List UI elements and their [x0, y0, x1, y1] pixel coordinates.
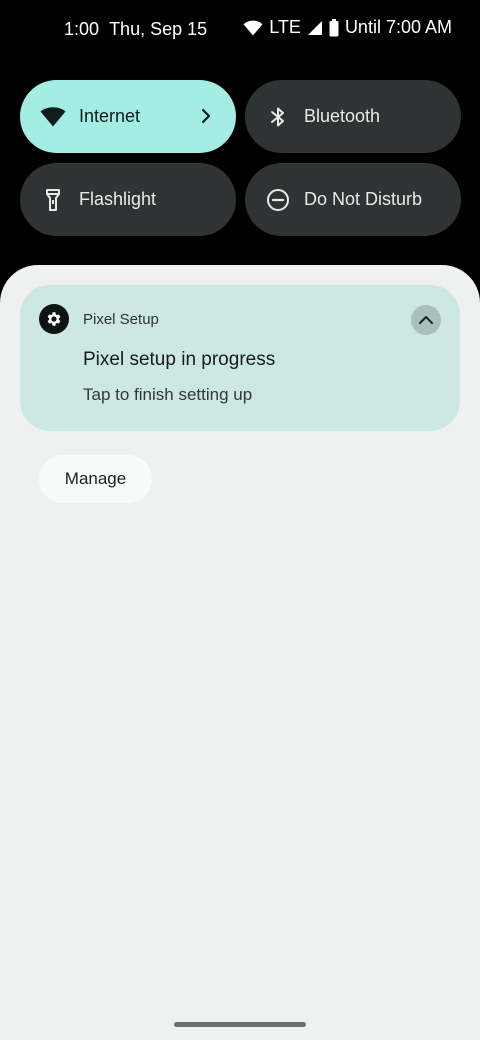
status-date: Thu, Sep 15: [109, 19, 208, 39]
tile-label: Internet: [79, 106, 141, 126]
tile-bluetooth[interactable]: Bluetooth: [245, 80, 461, 153]
tile-flashlight[interactable]: Flashlight: [20, 163, 236, 236]
tile-label: Do Not Disturb: [304, 189, 423, 209]
tile-label: Bluetooth: [304, 106, 381, 126]
flashlight-icon: [40, 187, 66, 213]
chevron-right-icon[interactable]: [196, 106, 216, 126]
do-not-disturb-icon: [265, 187, 291, 213]
signal-icon: [307, 20, 323, 36]
notification-card[interactable]: Pixel Setup Pixel setup in progress Tap …: [20, 285, 460, 431]
battery-icon: [329, 18, 339, 37]
wifi-icon: [243, 20, 263, 36]
gear-icon: [39, 304, 69, 334]
battery-text: Until 7:00 AM: [344, 17, 452, 37]
tile-do-not-disturb[interactable]: Do Not Disturb: [245, 163, 461, 236]
wifi-icon: [40, 104, 66, 130]
status-icons: LTE Until 7:00 AM: [243, 17, 452, 38]
status-time-date: 1:00 Thu, Sep 15: [64, 19, 207, 40]
status-time: 1:00: [64, 19, 100, 39]
notification-text: Tap to finish setting up: [83, 385, 253, 404]
notification-app-name: Pixel Setup: [83, 311, 159, 328]
home-indicator[interactable]: [174, 1022, 306, 1027]
notification-title: Pixel setup in progress: [83, 349, 276, 370]
bluetooth-icon: [265, 104, 291, 130]
tile-internet[interactable]: Internet: [20, 80, 236, 153]
status-bar: 1:00 Thu, Sep 15 LTE Until 7:00 AM: [0, 0, 480, 60]
notification-shade: Pixel Setup Pixel setup in progress Tap …: [0, 265, 480, 1040]
manage-button[interactable]: Manage: [39, 455, 152, 503]
tile-label: Flashlight: [79, 189, 157, 209]
chevron-up-icon[interactable]: [411, 305, 441, 335]
network-type: LTE: [269, 17, 301, 37]
